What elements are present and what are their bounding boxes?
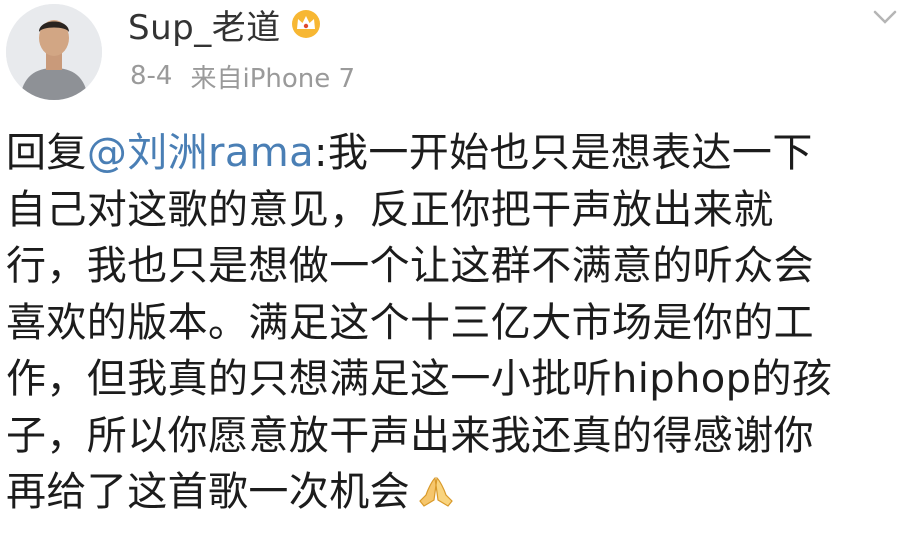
content-text: :我一开始也只是想表达一下: [314, 130, 813, 176]
praying-hands-icon: [419, 476, 453, 507]
crown-vip-icon: [291, 10, 320, 38]
avatar-image: [6, 4, 102, 100]
content-line-2: 自己对这歌的意见，反正你把干声放出来就: [6, 186, 774, 233]
content-line-4: 喜欢的版本。满足这个十三亿大市场是你的工: [6, 299, 814, 346]
content-line-7: 再给了这首歌一次机会: [6, 464, 898, 521]
avatar[interactable]: [6, 4, 102, 100]
username-row: Sup_老道: [128, 0, 323, 49]
weibo-post: Sup_老道 8-4 来自iPhone 7 回复@刘洲rama:我一开始也只是想…: [0, 0, 904, 537]
post-source: 来自iPhone 7: [190, 63, 356, 94]
content-line-1: 回复@刘洲rama:我一开始也只是想表达一下: [6, 125, 898, 182]
content-line-3: 行，我也只是想做一个让这群不满意的听众会: [6, 243, 814, 289]
content-line-6: 子，所以你愿意放干声出来我还真的得感谢你: [6, 412, 814, 459]
username[interactable]: Sup_老道: [128, 0, 281, 49]
content-line-5: 作，但我真的只想满足这一小批听hiphop的孩: [6, 356, 833, 402]
chevron-down-icon[interactable]: [872, 8, 898, 26]
mention-link[interactable]: @刘洲rama: [87, 130, 314, 176]
post-date: 8-4: [130, 61, 173, 91]
post-content: 回复@刘洲rama:我一开始也只是想表达一下 自己对这歌的意见，反正你把干声放出…: [6, 125, 898, 521]
content-text: 再给了这首歌一次机会: [6, 469, 410, 515]
post-meta: 8-4 来自iPhone 7: [130, 58, 355, 94]
reply-prefix: 回复: [6, 130, 87, 176]
